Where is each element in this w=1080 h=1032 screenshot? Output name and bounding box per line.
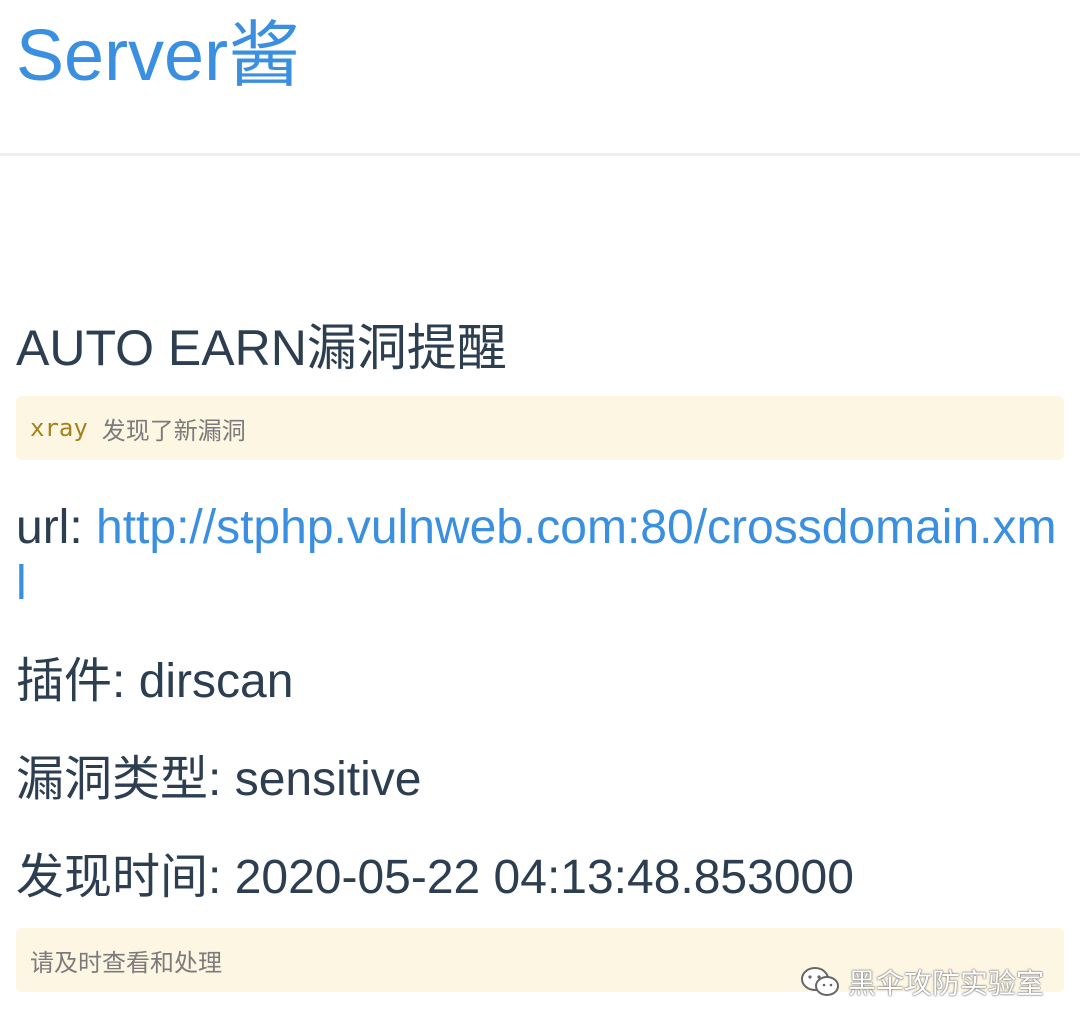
plugin-value: dirscan <box>138 655 294 708</box>
plugin-field: 插件: dirscan <box>16 654 1064 710</box>
vuln-type-label: 漏洞类型: <box>16 753 235 806</box>
note-text: 发现了新漏洞 <box>101 417 246 445</box>
plugin-label: 插件: <box>16 655 139 708</box>
watermark: 黑伞攻防实验室 <box>800 962 1044 1002</box>
note-code: xray <box>30 414 88 442</box>
url-link[interactable]: http://stphp.vulnweb.com:80/crossdomain.… <box>16 501 1056 610</box>
footer-note-text: 请及时查看和处理 <box>30 949 222 977</box>
message-heading: AUTO EARN漏洞提醒 <box>16 320 507 376</box>
vuln-type-field: 漏洞类型: sensitive <box>16 752 1064 808</box>
found-time-field: 发现时间: 2020-05-22 04:13:48.853000 <box>16 850 1064 906</box>
page-header: Server酱 <box>0 0 1080 156</box>
watermark-text: 黑伞攻防实验室 <box>847 968 1044 999</box>
vuln-type-value: sensitive <box>234 753 422 806</box>
url-field: url: http://stphp.vulnweb.com:80/crossdo… <box>16 500 1064 612</box>
url-label: url: <box>16 501 97 554</box>
message-content: AUTO EARN漏洞提醒 xray 发现了新漏洞 url: http://st… <box>16 300 1064 992</box>
wechat-icon <box>800 967 839 996</box>
found-time-value: 2020-05-22 04:13:48.853000 <box>234 851 854 904</box>
found-time-label: 发现时间: <box>16 851 235 904</box>
intro-note: xray 发现了新漏洞 <box>16 396 1064 460</box>
site-title[interactable]: Server酱 <box>16 12 300 100</box>
